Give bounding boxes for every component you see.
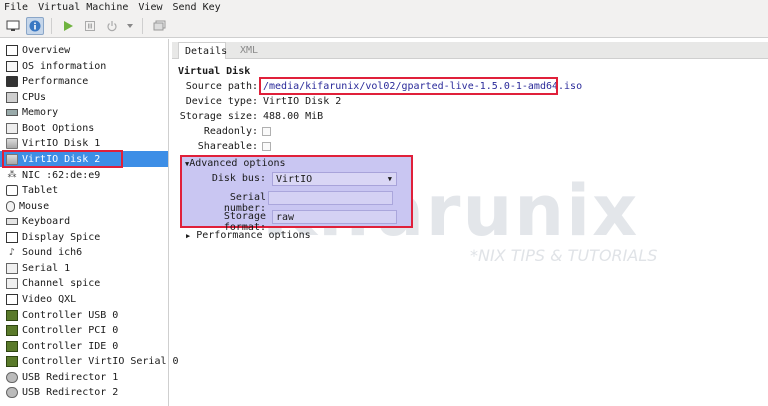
sidebar-item-video-qxl[interactable]: Video QXL: [0, 291, 168, 307]
storage-size-value: 488.00 MiB: [263, 111, 324, 122]
controller-icon: [6, 340, 18, 352]
sidebar-item-controller-usb[interactable]: Controller USB 0: [0, 307, 168, 323]
memory-icon: [6, 108, 18, 116]
screenshot-icon[interactable]: [150, 17, 168, 35]
controller-icon: [6, 309, 18, 321]
monitor-icon[interactable]: [4, 17, 22, 35]
tablet-icon: [6, 184, 18, 196]
boot-icon: [6, 122, 18, 134]
readonly-checkbox[interactable]: [262, 127, 271, 136]
sidebar-item-channel-spice[interactable]: Channel spice: [0, 275, 168, 291]
controller-icon: [6, 324, 18, 336]
pause-icon[interactable]: [81, 17, 99, 35]
disk-bus-combo[interactable]: VirtIO ▼: [272, 172, 397, 186]
menu-bar: File Virtual Machine View Send Key: [0, 0, 768, 14]
keyboard-icon: [6, 217, 18, 225]
performance-icon: [6, 75, 18, 87]
sidebar-item-performance[interactable]: Performance: [0, 73, 168, 89]
menu-send-key[interactable]: Send Key: [173, 2, 221, 13]
sidebar-item-controller-virtio-serial[interactable]: Controller VirtIO Serial 0: [0, 353, 179, 369]
serial-icon: [6, 262, 18, 274]
watermark-tagline: *NIX TIPS & TUTORIALS: [470, 246, 658, 265]
disk-icon: [6, 137, 18, 149]
sidebar-item-memory[interactable]: Memory: [0, 104, 168, 120]
video-icon: [6, 293, 18, 305]
expander-right-icon: ▶: [186, 232, 191, 240]
performance-options-expander[interactable]: ▶ Performance options: [186, 230, 311, 241]
disk-icon: [6, 153, 18, 165]
chevron-down-icon: ▼: [387, 175, 392, 183]
sidebar-item-nic[interactable]: ⁂ NIC :62:de:e9: [0, 167, 168, 183]
toolbar-separator: [51, 17, 52, 34]
menu-view[interactable]: View: [138, 2, 162, 13]
usb-redirector-icon: [6, 386, 18, 398]
sidebar-item-serial-1[interactable]: Serial 1: [0, 260, 168, 276]
sidebar-item-tablet[interactable]: Tablet: [0, 182, 168, 198]
storage-size-label: Storage size:: [179, 111, 258, 122]
source-path-label: Source path:: [185, 81, 258, 92]
advanced-options-expander[interactable]: ▼Advanced options: [185, 158, 286, 169]
channel-icon: [6, 277, 18, 289]
disk-bus-value: VirtIO: [276, 173, 313, 185]
play-icon[interactable]: [59, 17, 77, 35]
info-icon[interactable]: [26, 16, 44, 35]
device-type-label: Device type:: [185, 96, 258, 107]
hardware-sidebar: Overview OS information Performance CPUs…: [0, 39, 179, 406]
storage-format-input[interactable]: raw: [272, 210, 397, 224]
sidebar-item-mouse[interactable]: Mouse: [0, 198, 168, 214]
serial-number-input[interactable]: [268, 191, 393, 205]
sidebar-item-virtio-disk-2[interactable]: VirtIO Disk 2: [0, 151, 168, 167]
section-title: Virtual Disk: [178, 66, 251, 77]
tab-details[interactable]: Details: [178, 42, 227, 59]
display-icon: [6, 231, 18, 243]
overview-icon: [6, 44, 18, 56]
controller-icon: [6, 355, 18, 367]
usb-redirector-icon: [6, 371, 18, 383]
sidebar-item-overview[interactable]: Overview: [0, 42, 168, 58]
device-type-value: VirtIO Disk 2: [263, 96, 342, 107]
disk-bus-label: Disk bus:: [211, 173, 266, 184]
sidebar-item-sound[interactable]: ♪ Sound ich6: [0, 244, 168, 260]
cpu-icon: [6, 91, 18, 103]
nic-icon: ⁂: [7, 170, 17, 180]
os-icon: [6, 60, 18, 72]
details-tabbar: Details XML: [172, 42, 768, 59]
shareable-checkbox[interactable]: [262, 142, 271, 151]
sidebar-item-os-information[interactable]: OS information: [0, 58, 168, 74]
sidebar-item-virtio-disk-1[interactable]: VirtIO Disk 1: [0, 135, 168, 151]
tab-xml[interactable]: XML: [240, 42, 258, 59]
dropdown-icon[interactable]: [125, 17, 135, 35]
sidebar-item-controller-pci[interactable]: Controller PCI 0: [0, 322, 168, 338]
toolbar-separator: [142, 17, 143, 34]
source-path-value[interactable]: /media/kifarunix/vol02/gparted-live-1.5.…: [263, 81, 582, 92]
shareable-label: Shareable:: [197, 141, 258, 152]
mouse-icon: [6, 200, 15, 212]
sidebar-item-usb-redirector-2[interactable]: USB Redirector 2: [0, 384, 168, 400]
sound-icon: ♪: [8, 246, 16, 258]
sidebar-item-usb-redirector-1[interactable]: USB Redirector 1: [0, 369, 168, 385]
toolbar: [0, 14, 768, 38]
sidebar-item-cpus[interactable]: CPUs: [0, 89, 168, 105]
readonly-label: Readonly:: [203, 126, 258, 137]
sidebar-item-boot-options[interactable]: Boot Options: [0, 120, 168, 136]
menu-file[interactable]: File: [4, 2, 28, 13]
sidebar-item-controller-ide[interactable]: Controller IDE 0: [0, 338, 168, 354]
sidebar-item-keyboard[interactable]: Keyboard: [0, 213, 168, 229]
sidebar-item-display-spice[interactable]: Display Spice: [0, 229, 168, 245]
power-icon[interactable]: [103, 17, 121, 35]
menu-virtual-machine[interactable]: Virtual Machine: [38, 2, 128, 13]
